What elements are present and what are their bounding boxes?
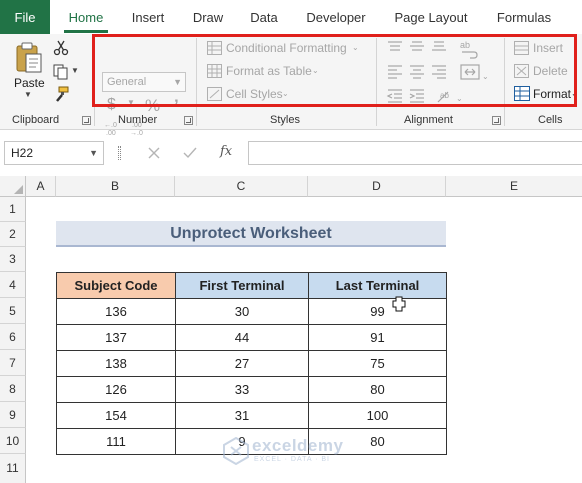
cell-last-terminal[interactable]: 80 xyxy=(308,376,447,403)
alignment-dialog-launcher-icon[interactable] xyxy=(492,116,501,125)
paste-chevron-down-icon[interactable]: ▼ xyxy=(24,90,32,99)
svg-text:←.0: ←.0 xyxy=(104,122,117,129)
cells-group-label: Cells xyxy=(538,114,563,126)
cell-subject-code[interactable]: 137 xyxy=(56,324,176,351)
name-box[interactable]: H22 ▼ xyxy=(4,141,104,165)
worksheet-title[interactable]: Unprotect Worksheet xyxy=(56,221,446,247)
tab-draw[interactable]: Draw xyxy=(184,0,232,34)
row-header-2[interactable]: 2 xyxy=(0,222,26,247)
active-tab-indicator xyxy=(64,30,108,33)
row-header-9[interactable]: 9 xyxy=(0,402,26,428)
paste-icon[interactable] xyxy=(14,42,44,74)
alignment-group-label: Alignment xyxy=(404,114,453,126)
cancel-x-icon[interactable] xyxy=(146,145,162,161)
row-header-5[interactable]: 5 xyxy=(0,298,26,324)
formula-bar-splitter-handle[interactable] xyxy=(118,146,121,160)
copy-chevron-down-icon[interactable]: ▼ xyxy=(71,66,79,75)
column-header-e[interactable]: E xyxy=(446,176,582,197)
tab-file[interactable]: File xyxy=(0,0,50,34)
table-header-row: Subject Code First Terminal Last Termina… xyxy=(56,272,447,299)
row-header-8[interactable]: 8 xyxy=(0,376,26,402)
select-all-button[interactable] xyxy=(0,176,26,197)
row-header-11[interactable]: 11 xyxy=(0,454,26,483)
enter-checkmark-icon[interactable] xyxy=(182,145,198,161)
cell-last-terminal[interactable]: 75 xyxy=(308,350,447,377)
exceldemy-watermark: exceldemy EXCEL · DATA · BI xyxy=(218,434,378,470)
ribbon-tab-bar: File Home Insert Draw Data Developer Pag… xyxy=(0,0,582,34)
cell-subject-code[interactable]: 138 xyxy=(56,350,176,377)
row-header-10[interactable]: 10 xyxy=(0,428,26,454)
table-row: 154 31 100 xyxy=(56,402,447,429)
table-row: 136 30 99 xyxy=(56,298,447,325)
cell-first-terminal[interactable]: 27 xyxy=(175,350,309,377)
table-row: 126 33 80 xyxy=(56,376,447,403)
insert-function-fx-icon[interactable]: fx xyxy=(220,144,232,159)
cell-subject-code[interactable]: 154 xyxy=(56,402,176,429)
table-row: 138 27 75 xyxy=(56,350,447,377)
cell-first-terminal[interactable]: 31 xyxy=(175,402,309,429)
svg-text:→.0: →.0 xyxy=(130,130,143,136)
formula-bar-gap xyxy=(0,166,582,176)
tab-insert[interactable]: Insert xyxy=(124,0,172,34)
cell-last-terminal[interactable]: 99 xyxy=(308,298,447,325)
tab-developer[interactable]: Developer xyxy=(300,0,372,34)
format-painter-icon[interactable] xyxy=(53,86,69,102)
svg-text:.00: .00 xyxy=(106,130,116,136)
formula-bar: H22 ▼ fx xyxy=(0,140,582,166)
copy-icon[interactable] xyxy=(53,64,69,80)
cell-last-terminal[interactable]: 100 xyxy=(308,402,447,429)
row-header-7[interactable]: 7 xyxy=(0,350,26,376)
styles-group-label: Styles xyxy=(270,114,300,126)
move-cursor-icon xyxy=(392,296,406,312)
cut-scissors-icon[interactable] xyxy=(53,40,69,56)
column-header-b[interactable]: B xyxy=(56,176,175,197)
number-group-label: Number xyxy=(118,114,158,126)
column-header-d[interactable]: D xyxy=(308,176,446,197)
row-header-6[interactable]: 6 xyxy=(0,324,26,350)
cell-subject-code[interactable]: 126 xyxy=(56,376,176,403)
column-header-a[interactable]: A xyxy=(26,176,56,197)
header-last-terminal[interactable]: Last Terminal xyxy=(308,272,447,299)
formula-input[interactable] xyxy=(248,141,582,165)
cell-subject-code[interactable]: 136 xyxy=(56,298,176,325)
clipboard-group-label: Clipboard xyxy=(12,114,60,126)
watermark-tagline: EXCEL · DATA · BI xyxy=(254,456,330,463)
row-header-3[interactable]: 3 xyxy=(0,247,26,272)
tab-data[interactable]: Data xyxy=(240,0,288,34)
header-first-terminal[interactable]: First Terminal xyxy=(175,272,309,299)
name-box-value: H22 xyxy=(11,146,34,160)
tab-page-layout[interactable]: Page Layout xyxy=(386,0,476,34)
row-header-4[interactable]: 4 xyxy=(0,272,26,298)
number-dialog-launcher-icon[interactable] xyxy=(184,116,193,125)
watermark-name: exceldemy xyxy=(252,436,344,455)
cell-last-terminal[interactable]: 91 xyxy=(308,324,447,351)
cell-first-terminal[interactable]: 30 xyxy=(175,298,309,325)
table-row: 137 44 91 xyxy=(56,324,447,351)
exceldemy-logo-icon xyxy=(223,437,249,465)
tab-home[interactable]: Home xyxy=(58,0,114,34)
tab-formulas[interactable]: Formulas xyxy=(488,0,560,34)
cell-subject-code[interactable]: 111 xyxy=(56,428,176,455)
cell-first-terminal[interactable]: 33 xyxy=(175,376,309,403)
disabled-commands-highlight xyxy=(92,34,577,107)
row-header-1[interactable]: 1 xyxy=(0,197,26,222)
header-subject-code[interactable]: Subject Code xyxy=(56,272,176,299)
paste-button-label[interactable]: Paste xyxy=(14,76,45,90)
terminal-scores-table: Subject Code First Terminal Last Termina… xyxy=(56,272,447,455)
column-header-c[interactable]: C xyxy=(175,176,308,197)
cell-first-terminal[interactable]: 44 xyxy=(175,324,309,351)
name-box-chevron-down-icon[interactable]: ▼ xyxy=(89,142,98,164)
clipboard-dialog-launcher-icon[interactable] xyxy=(82,116,91,125)
